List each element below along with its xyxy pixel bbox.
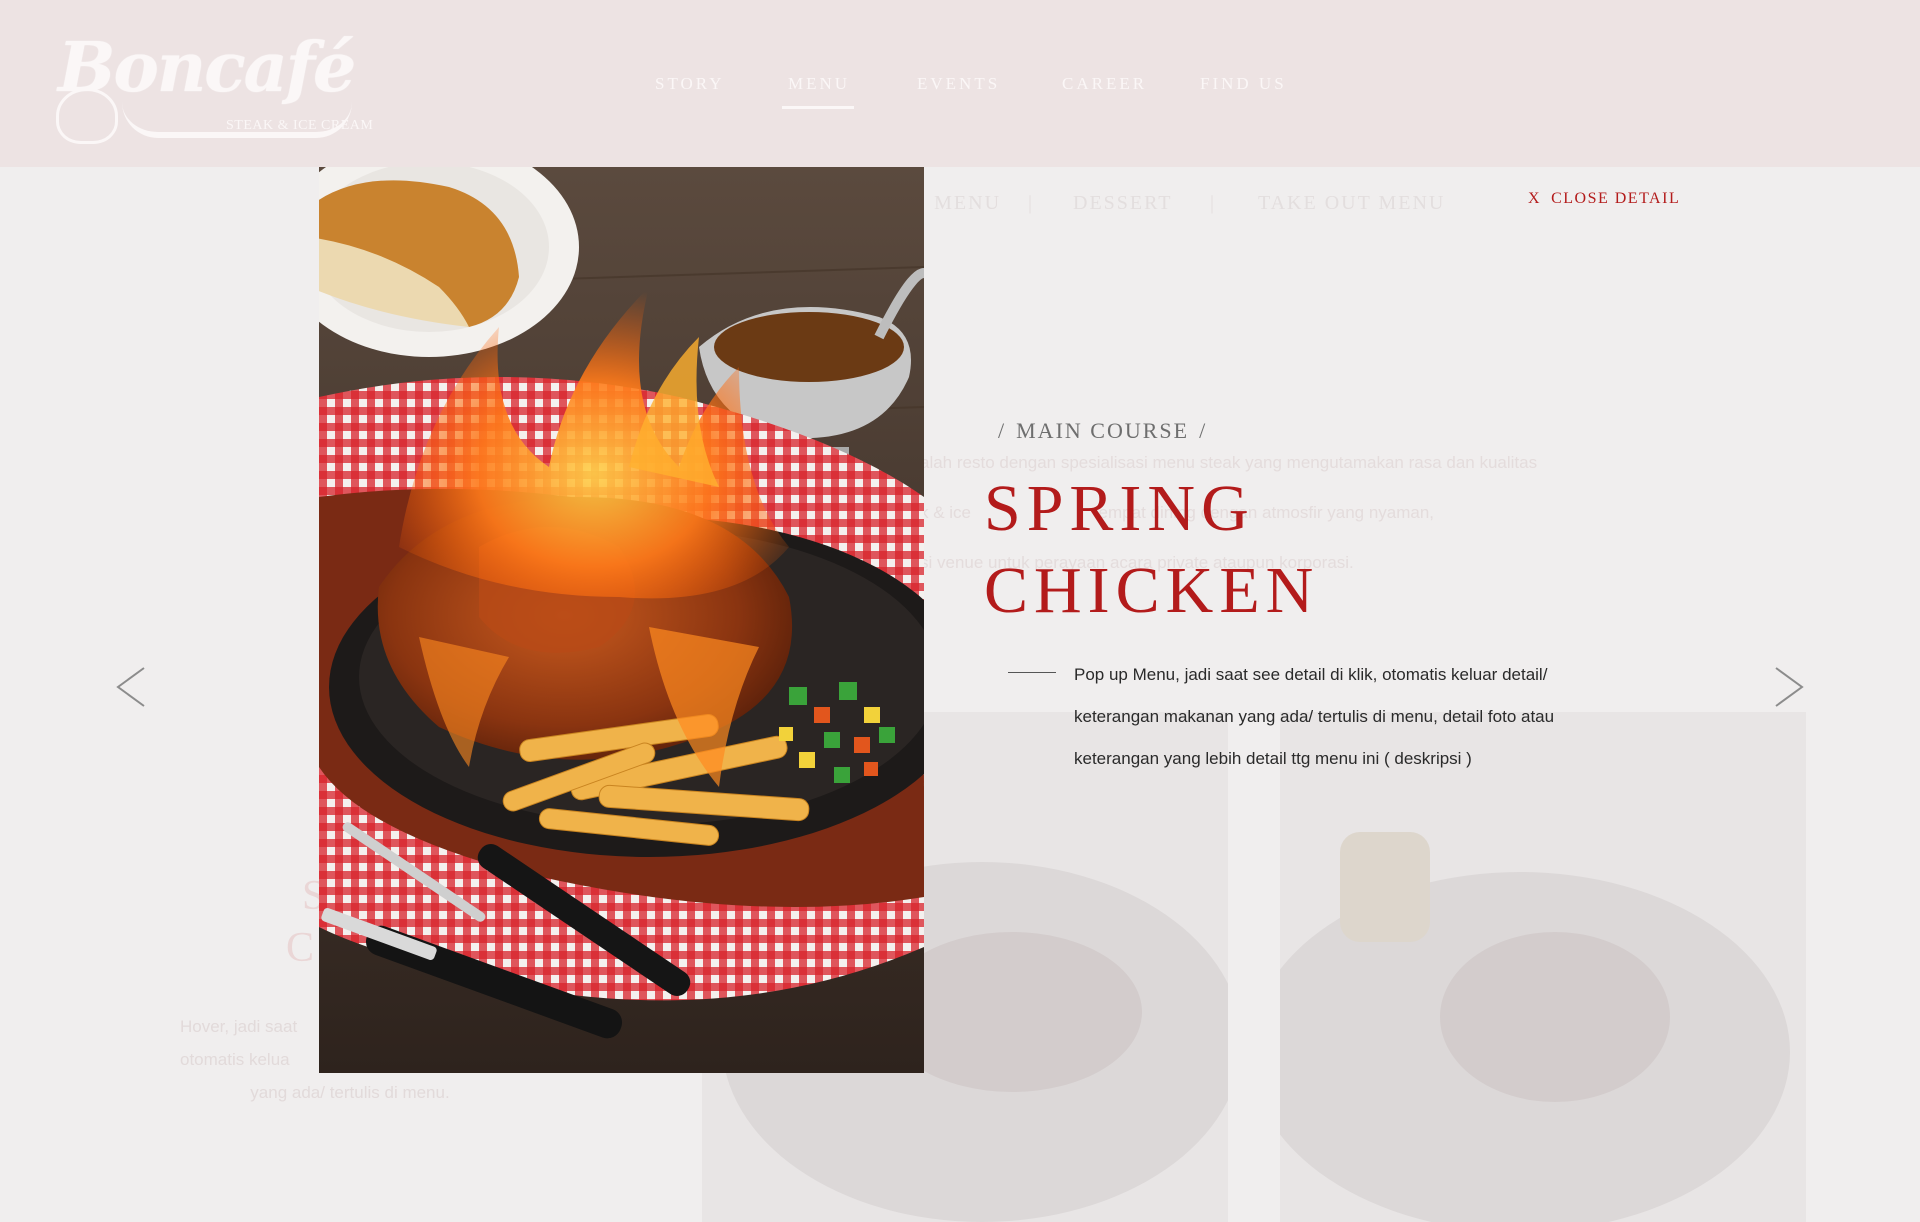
category-separator: /: [1199, 418, 1208, 443]
subnav-item-dessert[interactable]: DESSERT: [1073, 192, 1172, 215]
nav-item-events[interactable]: EVENTS: [917, 74, 1000, 94]
dish-description: Pop up Menu, jadi saat see detail di kli…: [1074, 654, 1674, 780]
dish-description-line: Pop up Menu, jadi saat see detail di kli…: [1074, 665, 1548, 684]
dish-category-label: MAIN COURSE: [1016, 418, 1190, 443]
nav-item-find-us[interactable]: FIND US: [1200, 74, 1287, 94]
dish-photo: [319, 167, 924, 1073]
close-icon: X: [1528, 190, 1542, 207]
nav-item-career[interactable]: CAREER: [1062, 74, 1147, 94]
close-detail-button[interactable]: X CLOSE DETAIL: [1528, 190, 1680, 208]
subnav-divider: |: [1210, 192, 1215, 214]
dish-title-line: SPRING: [984, 472, 1255, 545]
chevron-left-icon[interactable]: [112, 662, 152, 712]
site-header: Boncafé STEAK & ICE CREAM STORY MENU EVE…: [0, 0, 1920, 167]
main-nav: STORY MENU EVENTS CAREER FIND US: [0, 74, 1920, 114]
brand-tagline: STEAK & ICE CREAM: [226, 118, 374, 133]
dish-title-line: CHICKEN: [984, 554, 1320, 627]
chevron-right-icon[interactable]: [1768, 662, 1808, 712]
nav-item-story[interactable]: STORY: [655, 74, 725, 94]
menu-card-photo[interactable]: [1280, 712, 1806, 1222]
dish-description-line: keterangan makanan yang ada/ tertulis di…: [1074, 707, 1555, 726]
dish-title: SPRING CHICKEN: [984, 468, 1484, 632]
description-divider: [1008, 672, 1056, 673]
dish-description-line: keterangan yang lebih detail ttg menu in…: [1074, 749, 1472, 768]
dish-category: / MAIN COURSE /: [988, 418, 1217, 444]
category-separator: /: [998, 418, 1007, 443]
subnav-item-menu[interactable]: S MENU: [914, 192, 1001, 215]
subnav-item-take-out[interactable]: TAKE OUT MENU: [1258, 192, 1445, 215]
nav-item-menu[interactable]: MENU: [788, 74, 850, 94]
close-detail-label: CLOSE DETAIL: [1551, 190, 1681, 207]
subnav-divider: |: [1028, 192, 1033, 214]
background-card-desc-line: yang ada/ tertulis di menu.: [250, 1083, 450, 1102]
nav-active-indicator: [782, 106, 854, 109]
